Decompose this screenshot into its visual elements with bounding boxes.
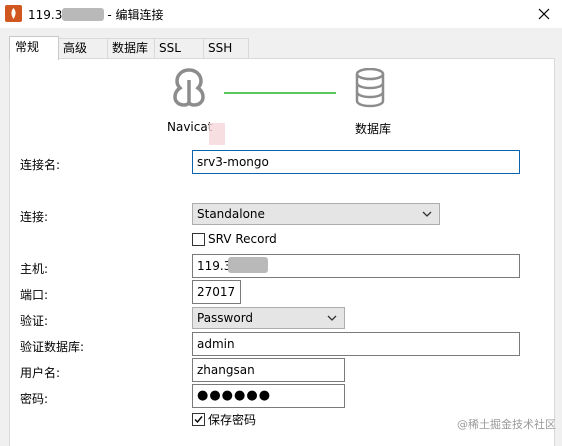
database-label: 数据库 <box>355 122 392 136</box>
chevron-down-icon <box>327 315 337 321</box>
port-input[interactable] <box>192 280 241 304</box>
tab-general[interactable]: 常规 <box>9 36 59 60</box>
save-password-checkbox[interactable] <box>192 413 205 426</box>
check-icon <box>194 416 203 424</box>
username-input[interactable] <box>192 358 345 382</box>
auth-database-label: 验证数据库: <box>20 340 85 354</box>
redacted-ip <box>62 8 105 21</box>
window-title: 119.3 - 编辑连接 <box>28 6 164 23</box>
srv-record-checkbox-row[interactable]: SRV Record <box>192 232 277 246</box>
host-label: 主机: <box>20 262 49 276</box>
database-icon <box>355 68 385 108</box>
connection-name-label: 连接名: <box>20 158 61 172</box>
navicat-app-icon <box>5 5 22 22</box>
connection-type-select[interactable]: Standalone <box>192 203 440 225</box>
port-label: 端口: <box>20 288 49 302</box>
tab-ssl[interactable]: SSL <box>154 38 204 59</box>
srv-record-label: SRV Record <box>208 232 277 246</box>
decorative-mark <box>209 123 225 145</box>
save-password-checkbox-row[interactable]: 保存密码 <box>192 411 256 428</box>
auth-method-value: Password <box>197 311 254 325</box>
redacted-host <box>228 257 268 273</box>
tab-advanced[interactable]: 高级 <box>58 38 108 59</box>
save-password-label: 保存密码 <box>208 413 257 427</box>
tab-ssh[interactable]: SSH <box>203 38 249 59</box>
chevron-down-icon <box>422 211 432 217</box>
connection-type-value: Standalone <box>197 207 265 221</box>
connection-name-input[interactable] <box>192 150 520 174</box>
watermark: @稀土掘金技术社区 <box>457 418 556 431</box>
navicat-label: Navicat <box>167 120 213 134</box>
close-icon[interactable] <box>534 4 554 24</box>
password-label: 密码: <box>20 392 49 406</box>
srv-record-checkbox[interactable] <box>192 232 205 246</box>
auth-database-input[interactable] <box>192 332 520 356</box>
tab-database[interactable]: 数据库 <box>107 38 155 59</box>
connection-line <box>224 92 336 94</box>
auth-label: 验证: <box>20 314 49 328</box>
connection-type-label: 连接: <box>20 210 49 224</box>
navicat-logo-icon <box>173 68 205 107</box>
auth-method-select[interactable]: Password <box>192 307 345 329</box>
username-label: 用户名: <box>20 366 61 380</box>
title-bar: 119.3 - 编辑连接 <box>0 0 562 28</box>
password-input[interactable]: ●●●●●● <box>192 384 345 408</box>
window-title-suffix: - 编辑连接 <box>107 8 164 22</box>
window-title-prefix: 119.3 <box>28 8 63 22</box>
